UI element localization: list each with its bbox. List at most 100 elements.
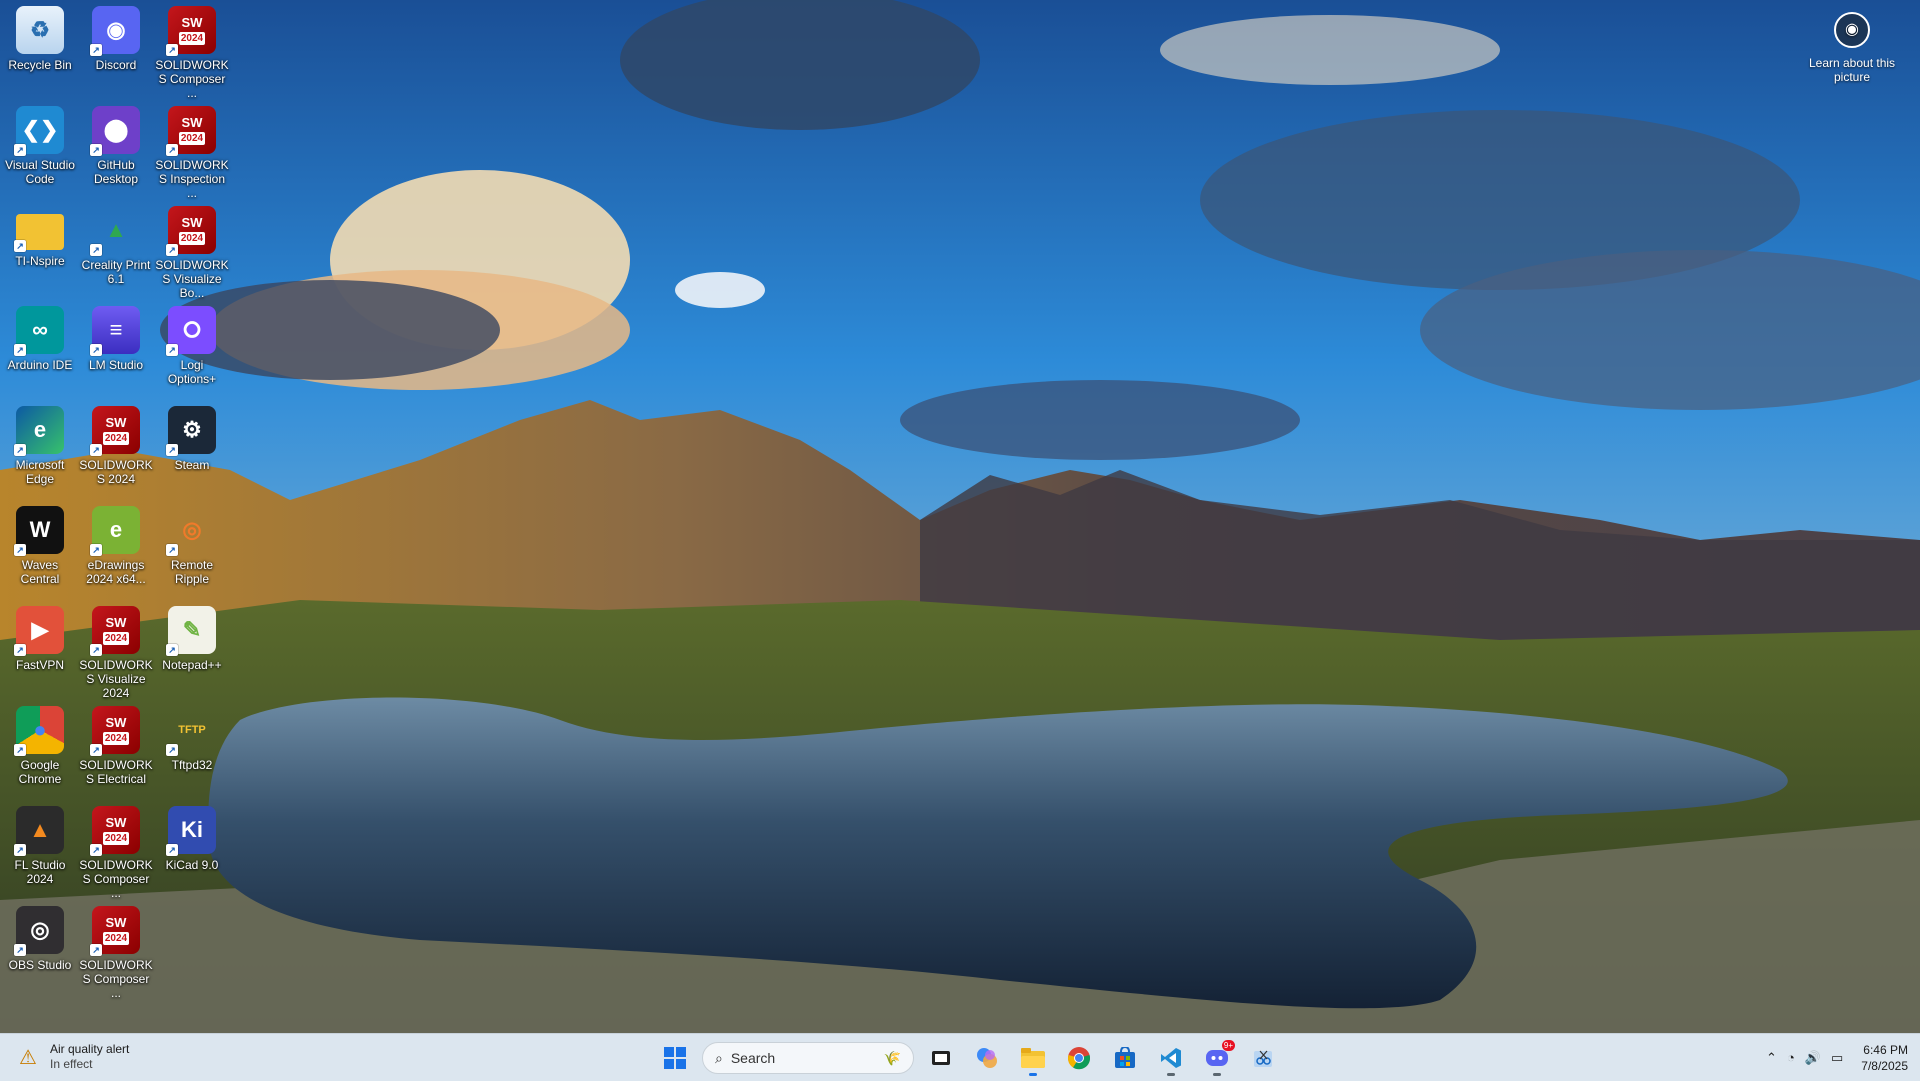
lm-studio-icon: ≡ ↗ xyxy=(90,306,140,356)
desktop-icon-label: SOLIDWORKS Inspection ... xyxy=(155,158,229,200)
desktop-icon-label: SOLIDWORKS Visualize Bo... xyxy=(155,258,229,300)
copilot-icon xyxy=(977,1048,997,1068)
desktop-icon[interactable]: SW 2024 ↗ SOLIDWORKS Composer ... xyxy=(79,806,153,900)
sw-badge-text: SW xyxy=(105,614,127,630)
volume-icon[interactable]: 🔊 xyxy=(1805,1050,1821,1066)
desktop-icon[interactable]: SW 2024 ↗ SOLIDWORKS Visualize Bo... xyxy=(155,206,229,300)
desktop-icon[interactable]: ⬤ ↗ GitHub Desktop xyxy=(79,106,153,186)
solidworks-electrical-icon: SW 2024 ↗ xyxy=(90,706,140,756)
obs-studio-icon: ◎ ↗ xyxy=(14,906,64,956)
desktop-icon-label: SOLIDWORKS Composer ... xyxy=(79,958,153,1000)
desktop-icon-label: GitHub Desktop xyxy=(93,158,139,186)
desktop-icon[interactable]: ◉ ↗ Discord xyxy=(79,6,153,72)
desktop-icon[interactable]: ▶ ↗ FastVPN xyxy=(3,606,77,672)
desktop-icon[interactable]: SW 2024 ↗ SOLIDWORKS Inspection ... xyxy=(155,106,229,200)
start-button[interactable] xyxy=(656,1039,694,1077)
vscode-button[interactable] xyxy=(1152,1039,1190,1077)
desktop-icon[interactable]: SW 2024 ↗ SOLIDWORKS Composer ... xyxy=(79,906,153,1000)
shortcut-arrow-icon: ↗ xyxy=(166,444,178,456)
desktop-icon[interactable]: ≡ ↗ LM Studio xyxy=(79,306,153,372)
desktop-icon[interactable]: ◎ ↗ Remote Ripple xyxy=(155,506,229,586)
desktop-icon[interactable]: W ↗ Waves Central xyxy=(3,506,77,586)
folder-icon: ↗ xyxy=(14,214,64,252)
creality-print-icon: ▲ ↗ xyxy=(90,206,140,256)
chrome-button[interactable] xyxy=(1060,1039,1098,1077)
copilot-button[interactable] xyxy=(968,1039,1006,1077)
task-view-button[interactable] xyxy=(922,1039,960,1077)
desktop-icon[interactable]: ♻ Recycle Bin xyxy=(3,6,77,72)
shortcut-arrow-icon: ↗ xyxy=(166,44,178,56)
sw-year-text: 2024 xyxy=(102,931,130,945)
github-desktop-icon: ⬤ ↗ xyxy=(90,106,140,156)
desktop-icon-label: Waves Central xyxy=(20,558,60,586)
solidworks-composer-icon: SW 2024 ↗ xyxy=(90,906,140,956)
shortcut-arrow-icon: ↗ xyxy=(90,644,102,656)
desktop-icon-label: Arduino IDE xyxy=(7,358,73,372)
kicad-icon: Ki ↗ xyxy=(166,806,216,856)
battery-icon[interactable]: ▭ xyxy=(1831,1050,1843,1066)
desktop-icon[interactable]: ❮❯ ↗ Visual Studio Code xyxy=(3,106,77,186)
taskbar-apps: ⌕ Search 🌾 9+ xyxy=(656,1039,1282,1077)
shortcut-arrow-icon: ↗ xyxy=(14,644,26,656)
desktop-icon-label: Creality Print 6.1 xyxy=(81,258,151,286)
remote-ripple-icon: ◎ ↗ xyxy=(166,506,216,556)
desktop-icon[interactable]: ▲ ↗ Creality Print 6.1 xyxy=(79,206,153,286)
desktop-icon-label: FastVPN xyxy=(15,658,64,672)
desktop-icon[interactable]: ● ↗ Google Chrome xyxy=(3,706,77,786)
sw-year-text: 2024 xyxy=(102,631,130,645)
snipping-tool-button[interactable] xyxy=(1244,1039,1282,1077)
shortcut-arrow-icon: ↗ xyxy=(166,344,178,356)
vscode-icon xyxy=(1161,1048,1181,1068)
desktop-icon-label: SOLIDWORKS Visualize 2024 xyxy=(79,658,153,700)
desktop-icon[interactable]: SW 2024 ↗ SOLIDWORKS Visualize 2024 xyxy=(79,606,153,700)
desktop-icon[interactable]: TFTP ↗ Tftpd32 xyxy=(155,706,229,772)
desktop-icon[interactable]: e ↗ eDrawings 2024 x64... xyxy=(79,506,153,586)
desktop-icon[interactable]: e ↗ Microsoft Edge xyxy=(3,406,77,486)
sw-badge-text: SW xyxy=(181,214,203,230)
desktop-icon-label: Google Chrome xyxy=(18,758,62,786)
desktop-icon-label: Steam xyxy=(174,458,210,472)
taskbar-search[interactable]: ⌕ Search 🌾 xyxy=(702,1042,914,1074)
alert-subtitle: In effect xyxy=(50,1057,93,1071)
desktop-icon[interactable]: SW 2024 ↗ SOLIDWORKS 2024 xyxy=(79,406,153,486)
desktop-icon[interactable]: ✎ ↗ Notepad++ xyxy=(155,606,229,672)
chevron-up-icon[interactable]: ⌃ xyxy=(1766,1050,1777,1066)
desktop-icon-label: Tftpd32 xyxy=(171,758,213,772)
desktop-icon[interactable]: Ki ↗ KiCad 9.0 xyxy=(155,806,229,872)
chrome-icon xyxy=(1067,1047,1091,1070)
camera-icon: ◉ xyxy=(1834,12,1870,48)
desktop-icon[interactable]: SW 2024 ↗ SOLIDWORKS Electrical xyxy=(79,706,153,786)
desktop-icon[interactable]: ▲ ↗ FL Studio 2024 xyxy=(3,806,77,886)
desktop-icon[interactable]: SW 2024 ↗ SOLIDWORKS Composer ... xyxy=(155,6,229,100)
desktop-icon-label: Microsoft Edge xyxy=(15,458,65,486)
desktop-icon[interactable]: ◎ ↗ OBS Studio xyxy=(3,906,77,972)
clock[interactable]: 6:46 PM 7/8/2025 xyxy=(1861,1042,1908,1074)
shortcut-arrow-icon: ↗ xyxy=(90,44,102,56)
tftpd32-icon: TFTP ↗ xyxy=(166,706,216,756)
desktop-icon-label: Discord xyxy=(95,58,137,72)
desktop-icon[interactable]: ⭘ ↗ Logi Options+ xyxy=(155,306,229,386)
microsoft-store-button[interactable] xyxy=(1106,1039,1144,1077)
desktop-icon-label: KiCad 9.0 xyxy=(165,858,219,872)
shortcut-arrow-icon: ↗ xyxy=(14,144,26,156)
file-explorer-button[interactable] xyxy=(1014,1039,1052,1077)
shortcut-arrow-icon: ↗ xyxy=(90,344,102,356)
discord-button[interactable]: 9+ xyxy=(1198,1039,1236,1077)
wifi-icon[interactable]: ◔ xyxy=(1787,1050,1795,1065)
shortcut-arrow-icon: ↗ xyxy=(90,444,102,456)
solidworks-visualize-icon: SW 2024 ↗ xyxy=(90,606,140,656)
desktop-icon[interactable]: ⚙ ↗ Steam xyxy=(155,406,229,472)
learn-about-picture[interactable]: ◉ Learn about this picture xyxy=(1806,12,1898,84)
desktop-icon-label: eDrawings 2024 x64... xyxy=(86,558,146,586)
desktop-icon[interactable]: ∞ ↗ Arduino IDE xyxy=(3,306,77,372)
logi-options-icon: ⭘ ↗ xyxy=(166,306,216,356)
warning-icon: ⚠ xyxy=(19,1046,37,1069)
edrawings-icon: e ↗ xyxy=(90,506,140,556)
shortcut-arrow-icon: ↗ xyxy=(14,444,26,456)
desktop-icon[interactable]: ↗ TI-Nspire xyxy=(3,206,77,268)
weather-widget[interactable]: ⚠ Air quality alert In effect xyxy=(16,1042,129,1072)
shortcut-arrow-icon: ↗ xyxy=(14,544,26,556)
sw-year-text: 2024 xyxy=(102,431,130,445)
shortcut-arrow-icon: ↗ xyxy=(166,644,178,656)
windows-icon xyxy=(664,1047,686,1069)
